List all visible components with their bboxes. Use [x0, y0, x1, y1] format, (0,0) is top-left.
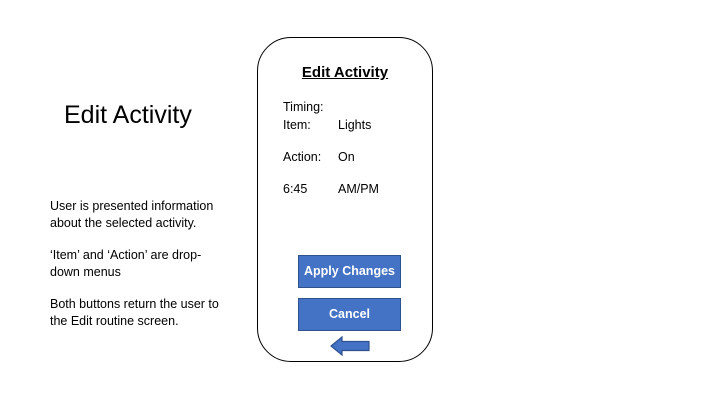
slide: Edit Activity User is presented informat… — [0, 0, 720, 405]
timing-label: Timing: — [283, 100, 324, 114]
slide-title: Edit Activity — [64, 101, 192, 129]
action-label: Action: — [283, 150, 322, 164]
time-field[interactable]: 6:45 — [283, 181, 307, 197]
note-presented-info: User is presented information about the … — [50, 199, 214, 230]
ampm-selector[interactable]: AM/PM — [338, 181, 379, 197]
item-dropdown[interactable]: Lights — [338, 117, 371, 133]
action-dropdown[interactable]: On — [338, 149, 355, 165]
left-arrow-icon[interactable] — [330, 336, 370, 356]
note-buttons-return: Both buttons return the user to the Edit… — [50, 297, 219, 328]
apply-changes-button[interactable]: Apply Changes — [298, 255, 401, 288]
item-label: Item: — [283, 118, 311, 132]
slide-notes: User is presented information about the … — [50, 198, 225, 345]
note-dropdown-menus: ‘Item’ and ‘Action’ are drop-down menus — [50, 248, 202, 279]
phone-title: Edit Activity — [301, 64, 389, 81]
cancel-button[interactable]: Cancel — [298, 298, 401, 331]
phone-mockup: Edit Activity Timing: Item: Lights Actio… — [257, 37, 433, 362]
